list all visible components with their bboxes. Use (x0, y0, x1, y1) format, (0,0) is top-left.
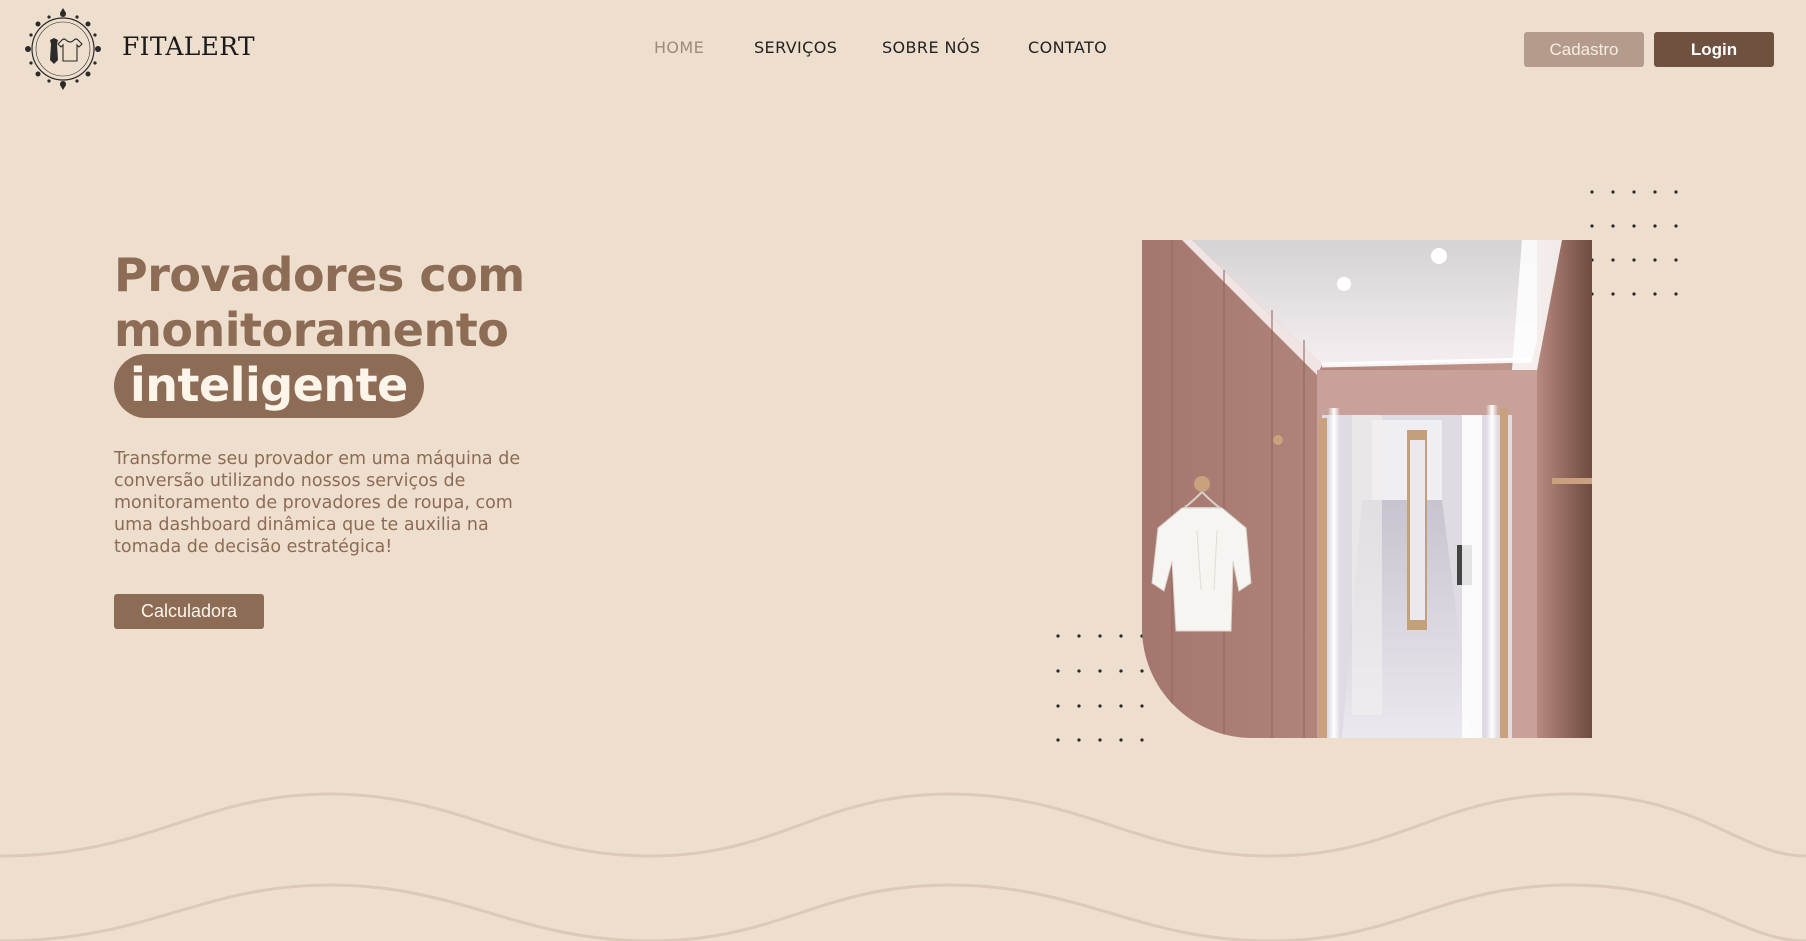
dot-grid-top-right (1590, 190, 1678, 296)
dot-grid-bottom-left (1056, 634, 1144, 742)
brand-name[interactable]: FITALERT (122, 32, 255, 61)
nav-contato[interactable]: CONTATO (1028, 38, 1107, 57)
signup-button[interactable]: Cadastro (1524, 32, 1644, 67)
ornamental-wreath-logo-icon[interactable] (20, 6, 106, 92)
site-header: FITALERT HOME SERVIÇOS SOBRE NÓS CONTATO… (0, 0, 1806, 100)
nav-servicos[interactable]: SERVIÇOS (754, 38, 837, 57)
nav-sobre-nos[interactable]: SOBRE NÓS (882, 38, 980, 57)
hero-title-highlight: inteligente (114, 354, 424, 418)
hero-description: Transforme seu provador em uma máquina d… (114, 449, 521, 557)
login-button[interactable]: Login (1654, 32, 1774, 67)
nav-home[interactable]: HOME (654, 38, 704, 57)
hero-title-line-2: monitoramento (114, 303, 509, 357)
decorative-waves (0, 792, 1806, 941)
fitting-room-photo (1142, 240, 1592, 738)
calculator-button[interactable]: Calculadora (114, 594, 264, 629)
hero-title: Provadores com monitoramento (114, 248, 525, 358)
hero-title-line-1: Provadores com (114, 248, 525, 302)
